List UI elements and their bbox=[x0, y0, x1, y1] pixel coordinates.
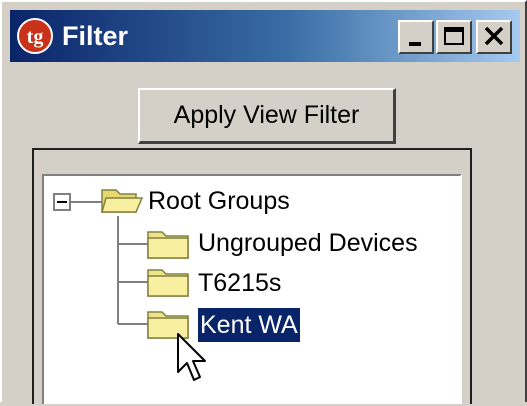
minimize-button[interactable] bbox=[398, 20, 434, 54]
maximize-icon bbox=[444, 27, 464, 45]
apply-view-filter-button[interactable]: Apply View Filter bbox=[138, 88, 396, 144]
collapse-toggle-icon[interactable] bbox=[53, 193, 71, 211]
maximize-button[interactable] bbox=[436, 20, 472, 54]
mouse-pointer-icon bbox=[177, 333, 206, 381]
tree-node-kent-wa[interactable]: Kent WA bbox=[198, 308, 300, 342]
close-icon bbox=[484, 26, 504, 46]
tree-node-t6215s[interactable]: T6215s bbox=[196, 266, 283, 300]
title-bar[interactable]: tg Filter bbox=[10, 10, 520, 62]
group-tree[interactable]: Root Groups Ungrouped Devices T6215s Ken… bbox=[42, 174, 462, 404]
close-button[interactable] bbox=[476, 20, 512, 54]
open-folder-icon bbox=[101, 189, 144, 213]
tree-node-ungrouped-devices[interactable]: Ungrouped Devices bbox=[196, 226, 420, 260]
tree-node-root-groups[interactable]: Root Groups bbox=[146, 184, 292, 218]
svg-text:tg: tg bbox=[27, 26, 44, 48]
folder-icon bbox=[147, 231, 189, 259]
app-icon: tg bbox=[17, 18, 53, 54]
minimize-icon bbox=[409, 42, 421, 46]
folder-icon bbox=[147, 269, 189, 297]
filter-window: tg Filter Apply View Filter Root Groups … bbox=[0, 0, 527, 404]
window-title: Filter bbox=[62, 21, 129, 51]
